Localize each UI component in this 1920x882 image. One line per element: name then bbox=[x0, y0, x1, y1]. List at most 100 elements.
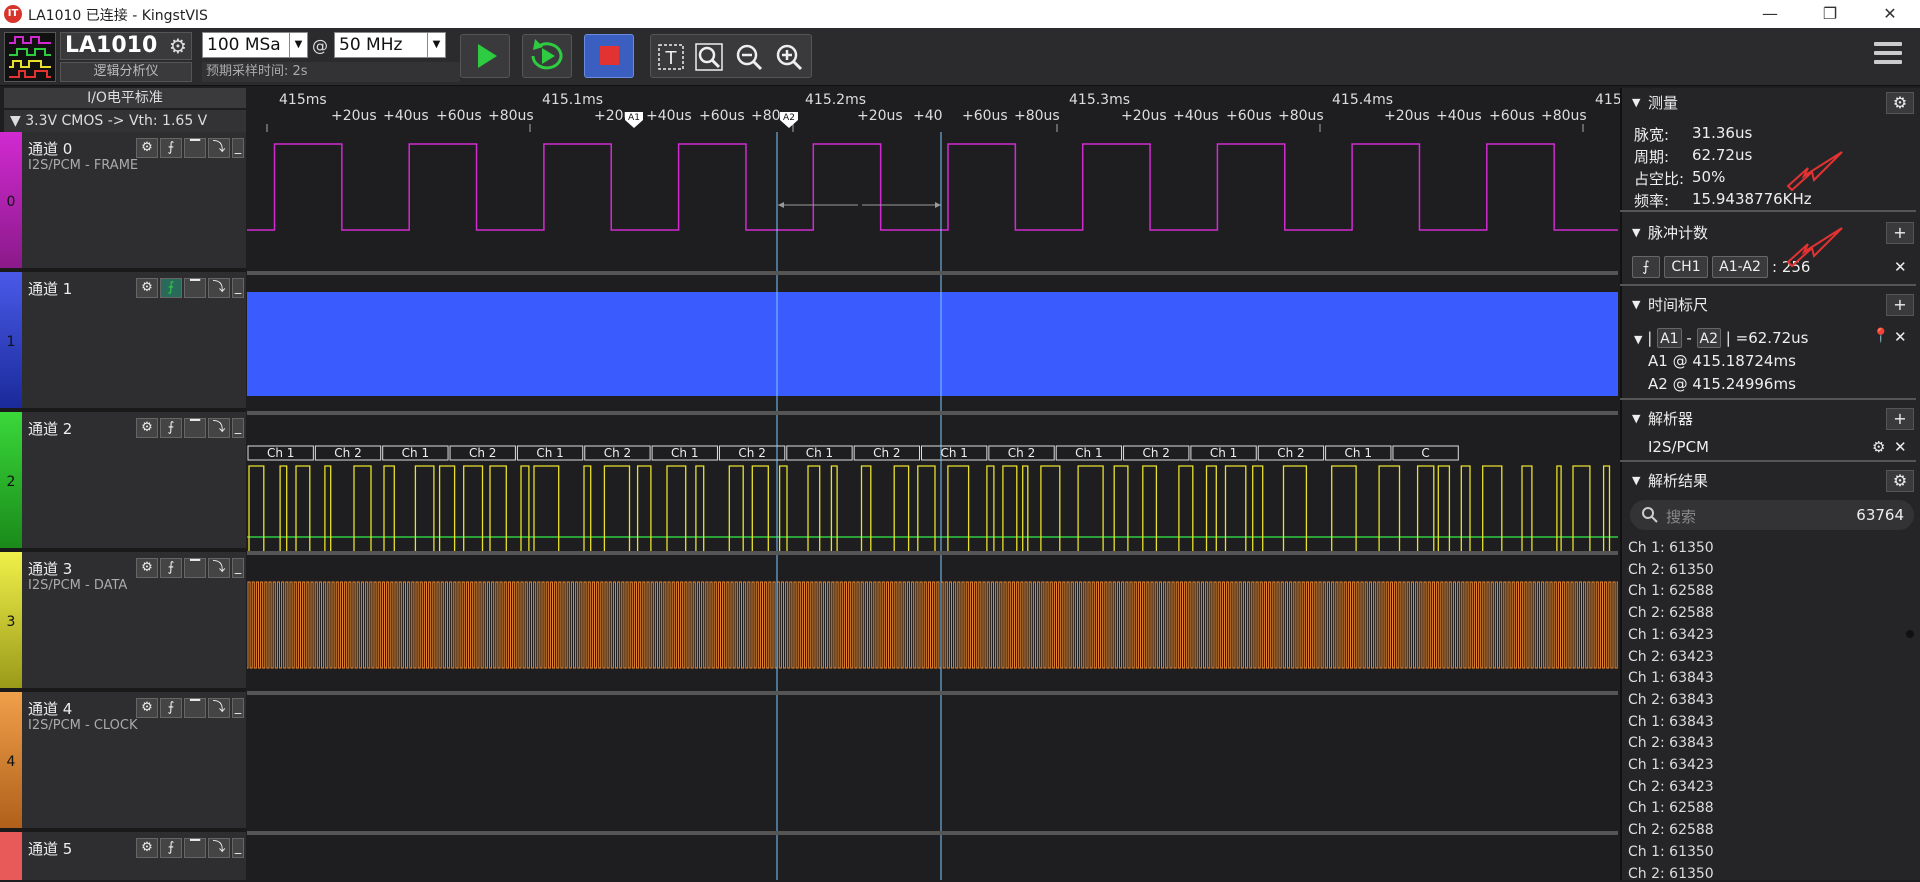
channel-name[interactable]: 通道 1 bbox=[28, 278, 72, 299]
pulse-channel-select[interactable]: CH1 bbox=[1664, 256, 1708, 278]
low-trigger-icon[interactable]: _ bbox=[232, 418, 244, 438]
high-trigger-icon[interactable]: ▔ bbox=[184, 418, 206, 438]
channel-name[interactable]: 通道 4 bbox=[28, 698, 72, 719]
result-row[interactable]: Ch 1: 62588 bbox=[1628, 800, 1714, 816]
result-row[interactable]: Ch 2: 63843 bbox=[1628, 735, 1714, 751]
high-trigger-icon[interactable]: ▔ bbox=[184, 838, 206, 858]
channel-separator[interactable] bbox=[247, 411, 1618, 415]
falling-trigger-icon[interactable]: ⤵ bbox=[208, 138, 230, 158]
pulse-range-select[interactable]: A1-A2 bbox=[1712, 256, 1768, 278]
close-button[interactable]: ✕ bbox=[1860, 0, 1920, 28]
channel-name[interactable]: 通道 0 bbox=[28, 138, 72, 159]
result-row[interactable]: Ch 2: 63843 bbox=[1628, 692, 1714, 708]
low-trigger-icon[interactable]: _ bbox=[232, 138, 244, 158]
channel-name[interactable]: 通道 3 bbox=[28, 558, 72, 579]
low-trigger-icon[interactable]: _ bbox=[232, 278, 244, 298]
low-trigger-icon[interactable]: _ bbox=[232, 558, 244, 578]
zoom-out-icon[interactable] bbox=[733, 41, 765, 73]
channel-separator[interactable] bbox=[247, 271, 1618, 275]
falling-trigger-icon[interactable]: ⤵ bbox=[208, 278, 230, 298]
edge-trigger-icon[interactable]: ⨍ bbox=[160, 698, 182, 718]
zoom-in-icon[interactable] bbox=[773, 41, 805, 73]
result-row[interactable]: Ch 1: 63843 bbox=[1628, 714, 1714, 730]
gear-icon[interactable]: ⚙ bbox=[1886, 92, 1914, 114]
stop-button[interactable] bbox=[584, 34, 634, 78]
edge-type-icon[interactable]: ⨍ bbox=[1632, 256, 1660, 278]
channel-header-4[interactable]: 4 通道 4 I2S/PCM - CLOCK ⚙ ⨍ ▔ ⤵ _ bbox=[0, 692, 246, 832]
channel-header-3[interactable]: 3 通道 3 I2S/PCM - DATA ⚙ ⨍ ▔ ⤵ _ bbox=[0, 552, 246, 692]
zoom-area-icon[interactable] bbox=[693, 41, 725, 73]
results-search[interactable]: 搜索 63764 bbox=[1630, 500, 1914, 530]
gear-icon[interactable]: ⚙ bbox=[136, 278, 158, 298]
minimize-button[interactable]: — bbox=[1740, 0, 1800, 28]
repeat-start-button[interactable] bbox=[522, 34, 572, 78]
edge-trigger-icon[interactable]: ⨍ bbox=[160, 838, 182, 858]
channel-separator[interactable] bbox=[247, 831, 1618, 835]
device-settings-icon[interactable]: ⚙ bbox=[164, 32, 192, 60]
pulse-count-section-header[interactable]: ▼ 脉冲计数 + bbox=[1626, 220, 1916, 246]
edge-trigger-icon-active[interactable]: ⨍ bbox=[160, 278, 182, 298]
low-trigger-icon[interactable]: _ bbox=[232, 698, 244, 718]
add-icon[interactable]: + bbox=[1886, 294, 1914, 316]
high-trigger-icon[interactable]: ▔ bbox=[184, 558, 206, 578]
gear-icon[interactable]: ⚙ bbox=[136, 698, 158, 718]
high-trigger-icon[interactable]: ▔ bbox=[184, 698, 206, 718]
falling-trigger-icon[interactable]: ⤵ bbox=[208, 838, 230, 858]
edge-trigger-icon[interactable]: ⨍ bbox=[160, 138, 182, 158]
result-row[interactable]: Ch 1: 61350 bbox=[1628, 540, 1714, 556]
result-row[interactable]: Ch 1: 63843 bbox=[1628, 670, 1714, 686]
results-section-header[interactable]: ▼ 解析结果 ⚙ bbox=[1626, 468, 1916, 494]
decoder-section-header[interactable]: ▼ 解析器 + bbox=[1626, 406, 1916, 432]
start-button[interactable] bbox=[460, 34, 510, 78]
scrollbar-thumb[interactable] bbox=[1906, 630, 1914, 638]
channel-separator[interactable] bbox=[247, 551, 1618, 555]
result-row[interactable]: Ch 1: 63423 bbox=[1628, 757, 1714, 773]
falling-trigger-icon[interactable]: ⤵ bbox=[208, 418, 230, 438]
edge-trigger-icon[interactable]: ⨍ bbox=[160, 558, 182, 578]
result-row[interactable]: Ch 2: 63423 bbox=[1628, 779, 1714, 795]
gear-icon[interactable]: ⚙ bbox=[136, 838, 158, 858]
decoder-name[interactable]: I2S/PCM bbox=[1648, 438, 1709, 456]
sample-rate-select[interactable]: 100 MSa ▼ bbox=[202, 32, 308, 58]
result-row[interactable]: Ch 2: 62588 bbox=[1628, 822, 1714, 838]
channel-header-0[interactable]: 0 通道 0 I2S/PCM - FRAME ⚙ ⨍ ▔ ⤵ _ bbox=[0, 132, 246, 272]
edge-trigger-icon[interactable]: ⨍ bbox=[160, 418, 182, 438]
channel-name[interactable]: 通道 2 bbox=[28, 418, 72, 439]
frequency-select[interactable]: 50 MHz ▼ bbox=[334, 32, 446, 58]
result-row[interactable]: Ch 1: 62588 bbox=[1628, 583, 1714, 599]
gear-icon[interactable]: ⚙ bbox=[1872, 438, 1885, 456]
text-tool-icon[interactable]: T bbox=[655, 41, 687, 73]
result-row[interactable]: Ch 2: 62588 bbox=[1628, 605, 1714, 621]
measure-section-header[interactable]: ▼ 测量 ⚙ bbox=[1626, 90, 1916, 116]
gear-icon[interactable]: ⚙ bbox=[136, 558, 158, 578]
gear-icon[interactable]: ⚙ bbox=[136, 138, 158, 158]
high-trigger-icon[interactable]: ▔ bbox=[184, 278, 206, 298]
time-ruler[interactable]: 415ms 415.1ms 415.2ms 415.3ms 415.4ms 41… bbox=[247, 88, 1622, 132]
add-icon[interactable]: + bbox=[1886, 408, 1914, 430]
gear-icon[interactable]: ⚙ bbox=[136, 418, 158, 438]
channel-name[interactable]: 通道 5 bbox=[28, 838, 72, 859]
remove-icon[interactable]: ✕ bbox=[1894, 438, 1907, 456]
add-icon[interactable]: + bbox=[1886, 222, 1914, 244]
result-row[interactable]: Ch 1: 63423 bbox=[1628, 627, 1714, 643]
channel-separator[interactable] bbox=[247, 691, 1618, 695]
falling-trigger-icon[interactable]: ⤵ bbox=[208, 558, 230, 578]
channel-header-2[interactable]: 2 通道 2 ⚙ ⨍ ▔ ⤵ _ bbox=[0, 412, 246, 552]
falling-trigger-icon[interactable]: ⤵ bbox=[208, 698, 230, 718]
high-trigger-icon[interactable]: ▔ bbox=[184, 138, 206, 158]
channel-header-1[interactable]: 1 通道 1 ⚙ ⨍ ▔ ⤵ _ bbox=[0, 272, 246, 412]
remove-icon[interactable]: ✕ bbox=[1894, 328, 1907, 346]
result-row[interactable]: Ch 2: 61350 bbox=[1628, 562, 1714, 578]
voltage-level-select[interactable]: ▼ 3.3V CMOS -> Vth: 1.65 V bbox=[4, 110, 246, 132]
result-row[interactable]: Ch 2: 61350 bbox=[1628, 866, 1714, 882]
waveform-area[interactable]: Ch 1 Ch 2 Ch 1 Ch 2 Ch 1 Ch 2 Ch 1 Ch 2 Ch 1 Ch 2… bbox=[247, 132, 1618, 880]
channel-header-5[interactable]: 通道 5 ⚙ ⨍ ▔ ⤵ _ bbox=[0, 832, 246, 880]
hamburger-menu-icon[interactable] bbox=[1874, 42, 1902, 70]
time-marker-section-header[interactable]: ▼ 时间标尺 + bbox=[1626, 292, 1916, 318]
gear-icon[interactable]: ⚙ bbox=[1886, 470, 1914, 492]
restore-button[interactable]: ❐ bbox=[1800, 0, 1860, 28]
low-trigger-icon[interactable]: _ bbox=[232, 838, 244, 858]
delta-row[interactable]: ▼ | A1 - A2 | =62.72us bbox=[1634, 328, 1808, 348]
result-row[interactable]: Ch 2: 63423 bbox=[1628, 649, 1714, 665]
pin-icon[interactable]: 📍 bbox=[1872, 328, 1889, 344]
